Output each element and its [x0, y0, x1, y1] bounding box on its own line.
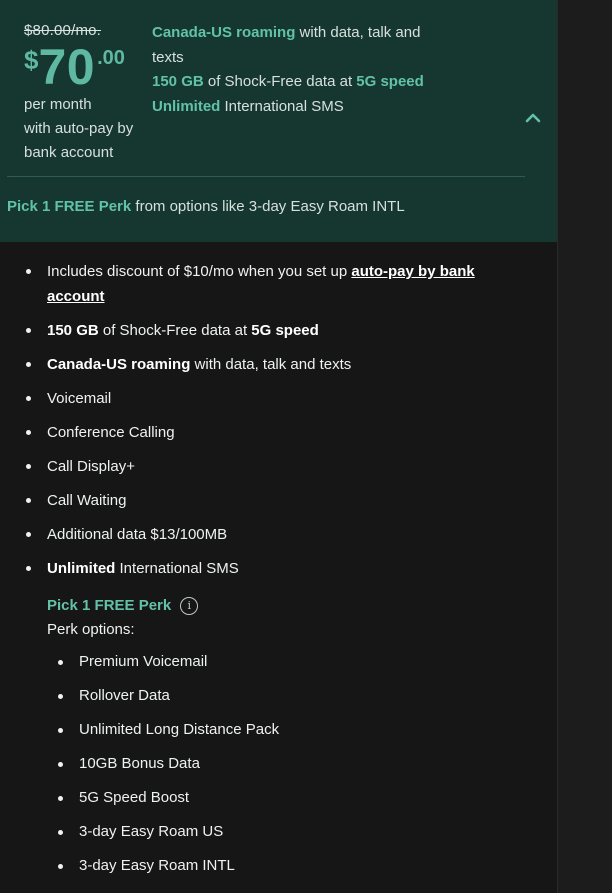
bullet-icon [58, 660, 63, 665]
divider [7, 176, 525, 177]
feature-item: Call Display+ [26, 454, 516, 479]
feature-item: Canada-US roaming with data, talk and te… [26, 352, 516, 377]
perk-option: 5G Speed Boost [58, 786, 507, 810]
price-currency: $ [24, 45, 39, 75]
bullet-icon [58, 864, 63, 869]
highlight-data: 150 GB of Shock-Free data at 5G speed [152, 73, 424, 90]
current-price: $ 70 .00 [24, 41, 154, 93]
feature-item: 150 GB of Shock-Free data at 5G speed [26, 318, 516, 343]
bullet-icon [26, 566, 31, 571]
price-cents: .00 [97, 47, 125, 69]
highlight-roaming: Canada-US roaming with data, talk and te… [152, 24, 421, 66]
perk-options-list: Premium Voicemail Rollover Data Unlimite… [47, 650, 507, 878]
bullet-icon [58, 762, 63, 767]
bullet-icon [26, 498, 31, 503]
bullet-icon [26, 532, 31, 537]
info-icon[interactable]: i [180, 597, 199, 615]
bullet-icon [58, 728, 63, 733]
feature-item: Includes discount of $10/mo when you set… [26, 259, 516, 309]
perk-options-section: Pick 1 FREE Perk i Perk options: Premium… [47, 594, 507, 888]
plan-highlights: Canada-US roaming with data, talk and te… [152, 21, 452, 119]
feature-item: Additional data $13/100MB [26, 522, 516, 547]
bullet-icon [26, 464, 31, 469]
price-caption-line: bank account [24, 144, 114, 161]
bullet-icon [58, 796, 63, 801]
bullet-icon [26, 362, 31, 367]
perk-option: Premium Voicemail [58, 650, 507, 674]
perk-option: 3-day Easy Roam US [58, 820, 507, 844]
price-caption: per month with auto-pay by bank account [24, 93, 154, 165]
perk-option: Unlimited Long Distance Pack [58, 718, 507, 742]
feature-item: Conference Calling [26, 420, 516, 445]
highlight-sms: Unlimited International SMS [152, 97, 344, 115]
price-caption-line: with auto-pay by [24, 120, 134, 137]
chevron-up-icon[interactable] [522, 108, 544, 128]
price-block: $80.00/mo. $ 70 .00 per month with auto-… [24, 22, 154, 165]
feature-item: Unlimited International SMS [26, 556, 516, 581]
price-caption-line: per month [24, 96, 92, 113]
bullet-icon [26, 396, 31, 401]
perk-subtitle: Perk options: [47, 621, 135, 638]
perk-option: Rollover Data [58, 684, 507, 708]
price-dollars: 70 [38, 39, 96, 95]
scrollbar-track[interactable] [557, 0, 612, 893]
bullet-icon [26, 430, 31, 435]
bullet-icon [58, 694, 63, 699]
perk-option: 3-day Easy Roam INTL [58, 854, 507, 878]
plan-card-header: $80.00/mo. $ 70 .00 per month with auto-… [0, 0, 557, 242]
old-price: $80.00/mo. [24, 22, 102, 39]
bullet-icon [58, 830, 63, 835]
perk-option: 10GB Bonus Data [58, 752, 507, 776]
bullet-icon [26, 269, 31, 274]
feature-list: Includes discount of $10/mo when you set… [26, 259, 516, 590]
perk-banner: Pick 1 FREE Perk from options like 3-day… [7, 198, 405, 215]
feature-item: Voicemail [26, 386, 516, 411]
bullet-icon [26, 328, 31, 333]
feature-item: Call Waiting [26, 488, 516, 513]
perk-title: Pick 1 FREE Perk i [47, 594, 507, 618]
